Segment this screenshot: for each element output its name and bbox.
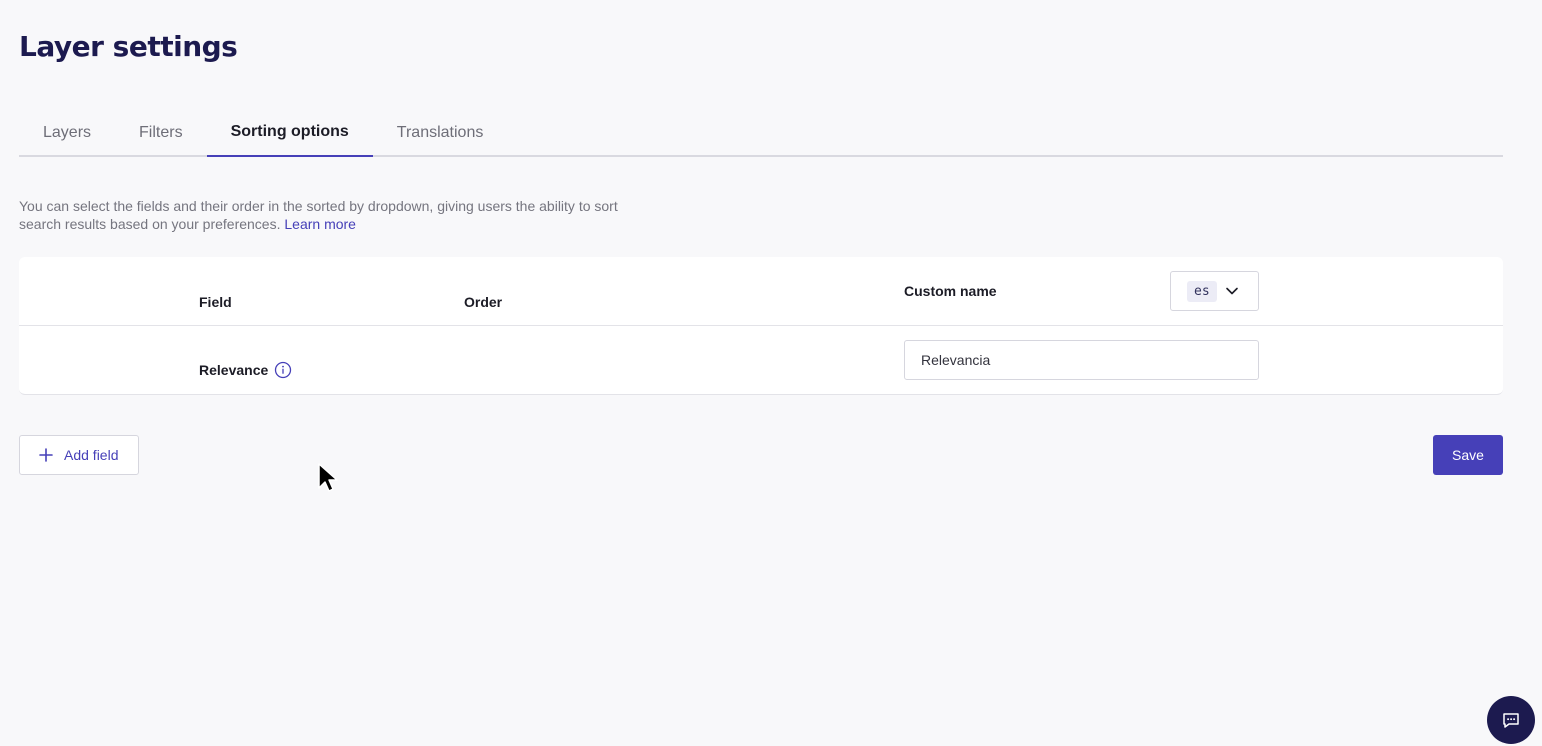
add-field-button[interactable]: Add field: [19, 435, 139, 475]
page-title: Layer settings: [19, 30, 238, 63]
table-row: Relevance: [19, 326, 1503, 395]
add-field-label: Add field: [64, 447, 119, 463]
mouse-pointer-icon: [318, 463, 338, 492]
sorting-description: You can select the fields and their orde…: [19, 197, 639, 233]
tab-layers[interactable]: Layers: [19, 108, 115, 157]
settings-tabs: Layers Filters Sorting options Translati…: [19, 108, 1503, 157]
chevron-down-icon: [1225, 287, 1238, 295]
table-header: Field Order Custom name es: [19, 257, 1503, 326]
custom-name-input[interactable]: [904, 340, 1259, 380]
chat-icon: [1503, 713, 1519, 728]
plus-icon: [39, 448, 53, 462]
column-header-field: Field: [199, 294, 232, 310]
column-header-order: Order: [464, 294, 503, 310]
tab-sorting-options[interactable]: Sorting options: [206, 108, 373, 157]
language-dropdown[interactable]: es: [1170, 271, 1259, 311]
layer-settings-page: Layer settings Layers Filters Sorting op…: [0, 0, 1542, 746]
tab-translations[interactable]: Translations: [373, 108, 508, 157]
info-icon[interactable]: [274, 361, 292, 379]
chat-button[interactable]: [1487, 696, 1535, 744]
language-code: es: [1187, 280, 1217, 302]
field-name-relevance: Relevance: [199, 362, 269, 378]
learn-more-link[interactable]: Learn more: [284, 216, 356, 232]
sorting-fields-table: Field Order Custom name es Relevance: [19, 257, 1503, 395]
save-button[interactable]: Save: [1433, 435, 1503, 475]
tab-filters[interactable]: Filters: [115, 108, 207, 157]
column-header-custom-name: Custom name: [904, 283, 997, 299]
field-cell: Relevance: [199, 361, 292, 379]
